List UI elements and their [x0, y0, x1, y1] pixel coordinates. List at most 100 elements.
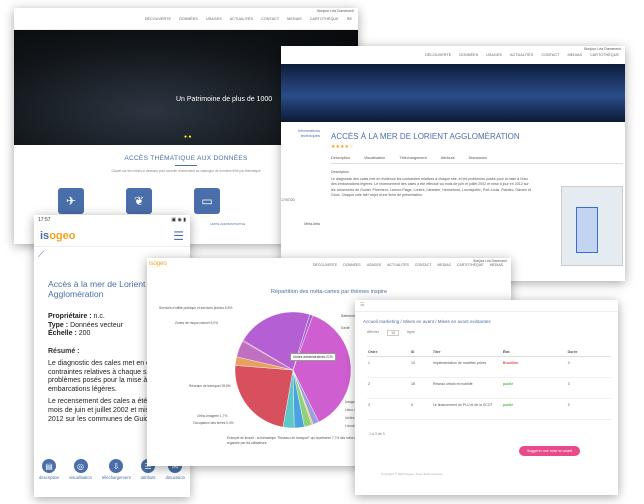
table-row[interactable]: 2 18 Réseau urbain et mobilité publié 3: [367, 377, 611, 399]
table-row[interactable]: 1 13 Implémentation de modèles privés Br…: [367, 356, 611, 378]
bottom-label: discussion: [165, 475, 185, 480]
rows-label: ligne: [407, 330, 415, 334]
top-nav: Bonjour Léa Domenech DÉCOUVERTE DONNÉES …: [14, 8, 358, 30]
bottom-label: visualisation: [69, 475, 92, 480]
bottom-nav-visualisation[interactable]: ◎ visualisation: [69, 459, 92, 480]
tab-discussion[interactable]: Discussion: [469, 156, 487, 160]
cell-titre[interactable]: Le financement du PLU et de la SCOT: [431, 398, 502, 420]
carousel-dots[interactable]: ● ●: [184, 134, 191, 140]
cell-id: 6: [409, 398, 432, 420]
cell-id: 18: [409, 377, 432, 399]
nav-item[interactable]: CARTOTHÈQUE: [310, 17, 339, 21]
dataset-title: ACCÈS À LA MER DE LORIENT AGGLOMÉRATION: [331, 132, 520, 141]
side-meta: Méta-déta: [304, 222, 320, 226]
banner-image: [281, 64, 625, 122]
page-size-select[interactable]: 10: [387, 330, 400, 336]
pie-label: Ortho-imagerie 1,7%: [197, 414, 228, 418]
ruler-icon[interactable]: ▭: [194, 188, 220, 214]
nav-item[interactable]: MEDIAS: [287, 17, 302, 21]
nav-item[interactable]: CONTACT: [541, 53, 559, 57]
col-etat[interactable]: État: [501, 348, 567, 357]
bottom-nav-telechargement[interactable]: ⇩ téléchargement: [102, 459, 131, 480]
menu-icon[interactable]: ☰: [360, 302, 364, 308]
pagination-info: 1 à 3 de 3: [369, 432, 385, 436]
status-badge: publié: [501, 377, 567, 399]
footer-copyright: Copyright © 2020 Isogeo. Tous droits rés…: [381, 472, 443, 476]
pie-label: Zones de risque naturel 9,0%: [175, 321, 219, 325]
visualisation-icon: ◎: [73, 459, 88, 473]
isogeo-logo[interactable]: isogeo: [40, 230, 75, 242]
menu-icon[interactable]: ☰: [173, 229, 184, 243]
tile-label: LIMITE ADMINISTRATIVE: [210, 222, 246, 226]
mobile-header: isogeo ☰: [34, 225, 190, 247]
description-icon: ▤: [42, 459, 57, 473]
nav-item[interactable]: DONNÉES: [459, 53, 478, 57]
col-duree[interactable]: Durée: [566, 348, 611, 357]
divider: [175, 165, 197, 166]
user-greeting[interactable]: Bonjour Léa Domenech: [584, 47, 621, 51]
chart-tooltip: Unités administratives 21%: [290, 353, 336, 361]
nav-item[interactable]: DONNÉES: [179, 17, 198, 21]
cell-id: 13: [409, 356, 432, 378]
status-icons: ▣ ◉ ▮: [171, 217, 186, 223]
tab-visualisation[interactable]: Visualisation: [364, 156, 385, 160]
nav-item[interactable]: DÉCOUVERTE: [145, 17, 171, 21]
nav-item[interactable]: RE: [347, 17, 352, 21]
tab-attributs[interactable]: Attributs: [441, 156, 455, 160]
top-nav: Bonjour Léa Domenech DÉCOUVERTE DONNÉES …: [281, 46, 625, 64]
nav-item[interactable]: CARTOTHÈQUE: [590, 53, 619, 57]
breadcrumb: Accueil marketing / Mises en avant / Mis…: [363, 319, 491, 324]
tab-description[interactable]: Description: [331, 156, 350, 160]
cell-titre[interactable]: Implémentation de modèles privés: [431, 356, 502, 378]
cell-ordre: 3: [367, 398, 410, 420]
owner-value: n.c.: [93, 313, 105, 320]
cell-duree: 3: [566, 398, 611, 420]
nav-item[interactable]: MEDIAS: [567, 53, 582, 57]
cell-titre[interactable]: Réseau urbain et mobilité: [431, 377, 502, 399]
nav-item[interactable]: USAGES: [206, 17, 222, 21]
table-controls: Afficher 10 ligne: [355, 328, 618, 338]
admin-screenshot: ☰ Accueil marketing / Mises en avant / M…: [355, 300, 618, 495]
cell-duree: 3: [566, 356, 611, 378]
leaf-icon[interactable]: ❦: [126, 188, 152, 214]
tab-telechargement[interactable]: Téléchargement: [399, 156, 426, 160]
bottom-label: description: [38, 475, 60, 480]
vector-icon: ⟋: [38, 249, 45, 259]
col-id[interactable]: ID: [409, 348, 432, 357]
pie-label: Santé: [341, 326, 350, 330]
admin-topbar: ☰: [355, 300, 618, 312]
col-ordre[interactable]: Ordre: [367, 348, 410, 357]
description-heading: Description: [331, 170, 349, 174]
status-time: 17:57: [38, 217, 51, 223]
suggest-highlight-button[interactable]: Suggérer une mise en avant: [519, 446, 581, 456]
show-label: Afficher: [367, 330, 380, 334]
owner-label: Propriétaire :: [48, 313, 92, 320]
telechargement-icon: ⇩: [109, 459, 124, 473]
nav-item[interactable]: CONTACT: [261, 17, 279, 21]
nav-item[interactable]: ACTUALITÉS: [510, 53, 533, 57]
status-badge: Brouillon: [501, 356, 567, 378]
description-block: Description Le diagnostic des cales met …: [331, 170, 531, 198]
nav-item[interactable]: ACTUALITÉS: [230, 17, 253, 21]
status-badge: publié: [501, 398, 567, 420]
table-row[interactable]: 3 6 Le financement du PLU et de la SCOT …: [367, 398, 611, 420]
side-title: Informations techniques: [297, 128, 320, 138]
bottom-nav-description[interactable]: ▤ description: [39, 459, 59, 480]
pie-slice[interactable]: [234, 365, 294, 428]
pie-label: Unités: [345, 416, 355, 420]
scale-value: 200: [78, 330, 91, 337]
dataset-tabs: Description Visualisation Téléchargement…: [331, 156, 623, 164]
bottom-label: attributs: [140, 475, 156, 480]
pie-label: Réseaux de transport 25,8%: [189, 384, 231, 388]
nav-item[interactable]: DÉCOUVERTE: [425, 53, 451, 57]
description-text: Le diagnostic des cales met en évidence …: [331, 177, 531, 197]
user-greeting[interactable]: Bonjour Léa Domenech: [317, 9, 354, 13]
rating-stars[interactable]: ★★★★☆: [331, 144, 623, 150]
map-preview[interactable]: [561, 186, 623, 266]
nav-item[interactable]: USAGES: [486, 53, 502, 57]
col-titre[interactable]: Titre: [431, 348, 502, 357]
type-value: Données vecteur: [70, 321, 123, 329]
plane-icon[interactable]: ✈: [58, 188, 84, 214]
logo-part: is: [40, 229, 50, 242]
cell-duree: 3: [566, 377, 611, 399]
